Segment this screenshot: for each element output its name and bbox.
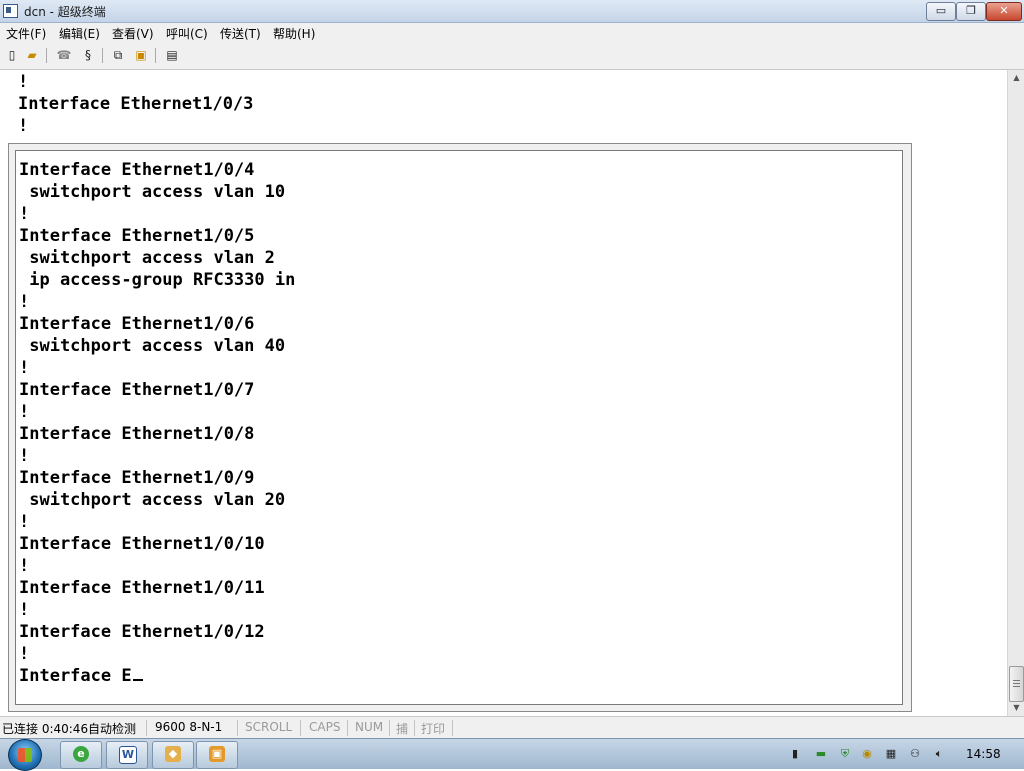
taskbar-word-button[interactable]: W — [106, 741, 148, 769]
print-indicator: 打印 — [421, 722, 446, 736]
volume-icon[interactable]: 🔈︎ — [932, 747, 946, 761]
text-cursor — [132, 679, 143, 681]
disconnect-icon[interactable]: § — [80, 47, 96, 63]
terminal-line: ! — [19, 358, 30, 378]
taskbar-hyperterminal-button[interactable]: ◆ — [152, 741, 194, 769]
status-separator — [237, 720, 238, 736]
menu-call[interactable]: 呼叫(C) — [166, 25, 208, 42]
status-separator — [300, 720, 301, 736]
minimize-button[interactable]: ▭ — [926, 2, 956, 21]
terminal-line: ! — [18, 72, 29, 92]
grip-line — [1013, 686, 1020, 687]
hyperterminal-app-icon[interactable] — [3, 4, 18, 18]
terminal-line: switchport access vlan 2 — [19, 248, 275, 268]
receive-icon[interactable]: ▣ — [133, 47, 149, 63]
terminal-line: ip access-group RFC3330 in — [19, 270, 296, 290]
terminal-line: Interface Ethernet1/0/4 — [19, 160, 255, 180]
terminal-line: ! — [19, 292, 30, 312]
open-folder-icon[interactable]: ▰ — [24, 47, 40, 63]
caps-indicator: CAPS — [309, 720, 341, 734]
terminal-line: Interface Ethernet1/0/11 — [19, 578, 265, 598]
capture-indicator: 捕 — [396, 722, 409, 736]
terminal-line: Interface Ethernet1/0/9 — [19, 468, 255, 488]
terminal-line: Interface Ethernet1/0/10 — [19, 534, 265, 554]
ie-icon: e — [73, 746, 89, 762]
scroll-up-icon[interactable]: ▲ — [1008, 70, 1024, 86]
properties-icon[interactable]: ▤ — [164, 47, 180, 63]
menu-transfer[interactable]: 传送(T) — [220, 25, 261, 42]
menu-view[interactable]: 查看(V) — [112, 25, 154, 42]
terminal-line: switchport access vlan 10 — [19, 182, 286, 202]
status-bar: 已连接 0:40:46 自动检测 9600 8-N-1 SCROLL CAPS … — [0, 716, 1024, 739]
battery-icon[interactable]: ▬ — [814, 747, 828, 761]
terminal-text-panel[interactable]: Interface Ethernet1/0/4 switchport acces… — [15, 150, 903, 705]
terminal-line: ! — [19, 644, 30, 664]
status-separator — [347, 720, 348, 736]
toolbar-separator — [155, 48, 156, 63]
terminal-line: Interface Ethernet1/0/12 — [19, 622, 265, 642]
status-separator — [146, 720, 147, 736]
word-icon: W — [119, 746, 137, 764]
grip-line — [1013, 680, 1020, 681]
status-separator — [452, 720, 453, 736]
status-separator — [414, 720, 415, 736]
num-indicator: NUM — [355, 720, 384, 734]
shield-icon[interactable]: ⛨ — [838, 747, 852, 761]
terminal-line: Interface Ethernet1/0/3 — [18, 94, 254, 114]
taskbar: e W ◆ ▣ ▮ ▬ ⛨ ◉ ▦ ⚇ 🔈︎ 14:58 — [0, 738, 1024, 771]
terminal-line: Interface Ethernet1/0/7 — [19, 380, 255, 400]
terminal-line: ! — [19, 512, 30, 532]
terminal-line: switchport access vlan 40 — [19, 336, 286, 356]
terminal-line: ! — [19, 556, 30, 576]
terminal-line: ! — [19, 402, 30, 422]
detect-status: 自动检测 — [88, 722, 137, 736]
media-icon[interactable]: ▮ — [788, 747, 802, 761]
phone-icon[interactable]: ☎ — [56, 47, 72, 63]
terminal-line: ! — [19, 204, 30, 224]
port-settings: 9600 8-N-1 — [155, 720, 223, 734]
terminal-overlay-panel: Interface Ethernet1/0/4 switchport acces… — [8, 143, 912, 712]
toolbar: ▯ ▰ ☎ § ⧉ ▣ ▤ — [0, 43, 1024, 70]
terminal-line: switchport access vlan 20 — [19, 490, 286, 510]
window-title: dcn - 超级终端 — [24, 5, 106, 19]
vertical-scrollbar[interactable]: ▲ ▼ — [1007, 70, 1024, 716]
connection-status: 已连接 0:40:46 — [2, 722, 89, 736]
hyperterminal-icon: ◆ — [165, 746, 181, 762]
menu-bar: 文件(F) 编辑(E) 查看(V) 呼叫(C) 传送(T) 帮助(H) — [0, 23, 1024, 43]
toolbar-separator — [46, 48, 47, 63]
menu-edit[interactable]: 编辑(E) — [59, 25, 100, 42]
terminal-prompt-line: Interface E — [19, 665, 143, 687]
grip-line — [1013, 683, 1020, 684]
start-button[interactable] — [8, 739, 42, 771]
network-icon[interactable]: ◉ — [860, 747, 874, 761]
maximize-button[interactable]: ❐ — [956, 2, 986, 21]
scroll-thumb[interactable] — [1009, 666, 1024, 702]
close-button[interactable]: ✕ — [986, 2, 1022, 21]
terminal-line: Interface Ethernet1/0/6 — [19, 314, 255, 334]
title-bar: dcn - 超级终端 ▭ ❐ ✕ — [0, 0, 1024, 23]
device-icon[interactable]: ▦ — [884, 747, 898, 761]
menu-help[interactable]: 帮助(H) — [273, 25, 315, 42]
usb-icon[interactable]: ⚇ — [908, 747, 922, 761]
terminal-line: ! — [18, 116, 29, 136]
toolbar-separator — [102, 48, 103, 63]
taskbar-app-button[interactable]: ▣ — [196, 741, 238, 769]
terminal-line: ! — [19, 600, 30, 620]
taskbar-ie-button[interactable]: e — [60, 741, 102, 769]
scroll-down-icon[interactable]: ▼ — [1008, 700, 1024, 716]
clock[interactable]: 14:58 — [966, 747, 1001, 761]
status-separator — [389, 720, 390, 736]
menu-file[interactable]: 文件(F) — [6, 25, 46, 42]
send-icon[interactable]: ⧉ — [110, 47, 126, 63]
scroll-indicator: SCROLL — [245, 720, 293, 734]
terminal-line: Interface Ethernet1/0/5 — [19, 226, 255, 246]
terminal-line: Interface E — [19, 666, 132, 686]
terminal-line: Interface Ethernet1/0/8 — [19, 424, 255, 444]
new-file-icon[interactable]: ▯ — [4, 47, 20, 63]
app-icon: ▣ — [209, 746, 225, 762]
terminal-line: ! — [19, 446, 30, 466]
